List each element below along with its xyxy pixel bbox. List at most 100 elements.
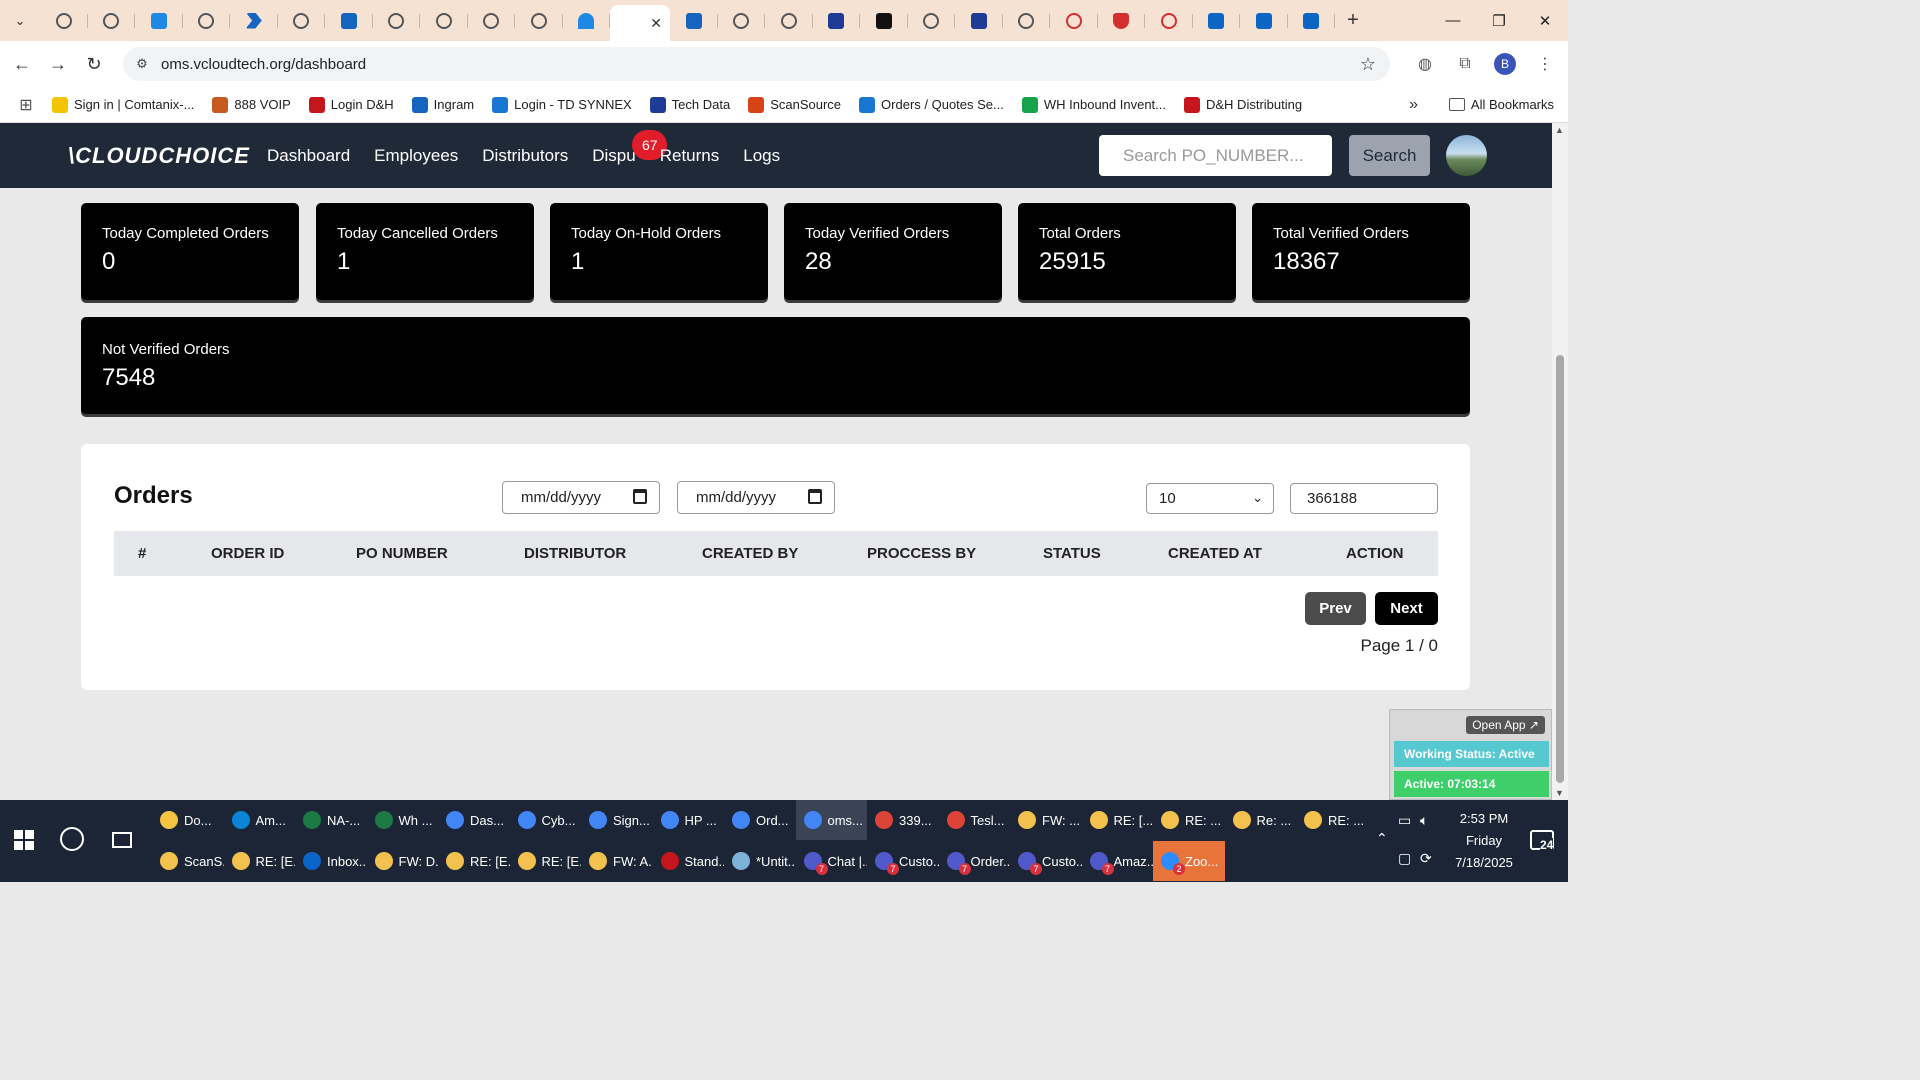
taskbar-app[interactable]: RE: ... <box>1153 800 1225 840</box>
bookmark-item[interactable]: Ingram <box>411 96 474 113</box>
bookmark-item[interactable]: Orders / Quotes Se... <box>859 96 1004 113</box>
taskbar-app[interactable]: Custo...7 <box>867 841 939 881</box>
calendar-icon[interactable] <box>808 489 822 504</box>
taskbar-app[interactable]: HP ... <box>653 800 725 840</box>
browser-tab[interactable] <box>1050 4 1098 38</box>
bookmark-item[interactable]: D&H Distributing <box>1184 96 1302 113</box>
extensions-icon[interactable]: ⧉ <box>1450 47 1480 81</box>
back-button[interactable]: ← <box>4 46 40 82</box>
bookmark-item[interactable]: WH Inbound Invent... <box>1021 96 1166 113</box>
taskbar-app[interactable]: FW: D... <box>367 841 438 881</box>
browser-tab[interactable] <box>1240 4 1288 38</box>
sync-icon[interactable]: ⟳ <box>1420 850 1432 867</box>
taskbar-app[interactable]: Tesl... <box>939 800 1011 840</box>
page-size-select[interactable]: 10 ⌄ <box>1146 483 1274 514</box>
close-window-button[interactable]: ✕ <box>1522 0 1568 41</box>
browser-tab[interactable] <box>860 4 908 38</box>
order-filter-input[interactable]: 366188 <box>1290 483 1438 514</box>
more-bookmarks-icon[interactable]: » <box>1409 96 1418 114</box>
scroll-down-icon[interactable]: ▼ <box>1555 788 1564 798</box>
taskbar-app[interactable]: Sign... <box>581 800 653 840</box>
browser-tab[interactable] <box>135 4 183 38</box>
po-search-input[interactable]: Search PO_NUMBER... <box>1099 135 1332 176</box>
open-app-button[interactable]: Open App ↗ <box>1466 716 1545 734</box>
volume-icon[interactable]: 🔈︎ <box>1420 812 1428 829</box>
search-button[interactable]: Search <box>1349 135 1430 176</box>
clock[interactable]: 2:53 PM Friday 7/18/2025 <box>1444 808 1524 874</box>
reload-button[interactable]: ↻ <box>76 46 112 82</box>
nav-employees[interactable]: Employees <box>374 146 458 166</box>
taskbar-app[interactable]: Custo...7 <box>1010 841 1082 881</box>
taskbar-app[interactable]: Inbox... <box>295 841 367 881</box>
menu-icon[interactable]: ⋮ <box>1530 47 1560 81</box>
taskbar-app[interactable]: Wh ... <box>367 800 439 840</box>
new-tab-button[interactable]: + <box>1339 7 1367 35</box>
calendar-icon[interactable] <box>633 489 647 504</box>
taskbar-app[interactable]: RE: ... <box>1296 800 1368 840</box>
bookmark-item[interactable]: Login - TD SYNNEX <box>492 96 632 113</box>
taskbar-app[interactable]: ScanS... <box>152 841 224 881</box>
taskbar-app[interactable]: Zoo... 2 <box>1153 841 1225 881</box>
bookmark-item[interactable]: ScanSource <box>748 96 841 113</box>
site-info-icon[interactable]: ⚙ <box>127 56 157 72</box>
taskbar-app[interactable]: RE: [E... <box>224 841 295 881</box>
taskbar-app[interactable]: Chat |...7 <box>796 841 867 881</box>
close-tab-icon[interactable]: ✕ <box>650 15 662 32</box>
taskbar-app[interactable]: oms... <box>795 800 867 840</box>
taskbar-app[interactable]: *Untit... <box>724 841 796 881</box>
browser-tab[interactable] <box>1098 4 1145 38</box>
tab-search-chevron-icon[interactable]: ⌄ <box>8 9 32 33</box>
taskbar-app[interactable]: Das... <box>438 800 510 840</box>
taskbar-app[interactable]: RE: [... <box>1082 800 1153 840</box>
browser-tab[interactable] <box>40 4 88 38</box>
taskbar-app[interactable]: Am... <box>224 800 296 840</box>
scrollbar-thumb[interactable] <box>1556 355 1564 783</box>
prev-button[interactable]: Prev <box>1305 592 1366 625</box>
logo[interactable]: \CLOUDCHOICE <box>68 143 250 169</box>
search-icon[interactable] <box>60 827 84 851</box>
date-to-input[interactable]: mm/dd/yyyy <box>677 481 835 514</box>
taskbar-app[interactable]: RE: [E... <box>510 841 581 881</box>
taskbar-app[interactable]: Re: ... <box>1225 800 1297 840</box>
browser-tab[interactable] <box>670 4 718 38</box>
nav-disputes[interactable]: Dispu 67 <box>592 129 668 166</box>
minimize-button[interactable]: — <box>1430 0 1476 41</box>
taskbar-app[interactable]: 339... <box>867 800 939 840</box>
browser-tab[interactable] <box>563 4 610 38</box>
browser-tab[interactable] <box>1193 4 1240 38</box>
browser-tab[interactable] <box>1145 4 1193 38</box>
browser-tab[interactable] <box>718 4 765 38</box>
taskbar-app[interactable]: Order... 7 <box>939 841 1010 881</box>
browser-tab[interactable] <box>1288 4 1335 38</box>
nav-dashboard[interactable]: Dashboard <box>267 146 350 166</box>
browser-tab[interactable] <box>468 4 515 38</box>
bookmark-star-icon[interactable]: ☆ <box>1360 54 1376 75</box>
date-from-input[interactable]: mm/dd/yyyy <box>502 481 660 514</box>
nav-distributors[interactable]: Distributors <box>482 146 568 166</box>
browser-tab[interactable] <box>420 4 468 38</box>
scroll-up-icon[interactable]: ▲ <box>1555 125 1564 135</box>
windows-start-icon[interactable] <box>14 830 34 850</box>
taskbar-app[interactable]: Amaz...7 <box>1082 841 1153 881</box>
page-scrollbar[interactable]: ▲ ▼ <box>1552 123 1568 800</box>
bookmark-item[interactable]: Login D&H <box>308 96 394 113</box>
restore-button[interactable]: ❐ <box>1476 0 1522 41</box>
browser-tab[interactable] <box>230 4 278 38</box>
taskbar-app[interactable]: RE: [E... <box>438 841 510 881</box>
browser-tab[interactable] <box>183 4 230 38</box>
browser-tab[interactable] <box>278 4 325 38</box>
nav-returns[interactable]: Returns <box>660 146 720 166</box>
taskbar-app[interactable]: Ord... <box>724 800 796 840</box>
taskbar-app[interactable]: FW: ... <box>1010 800 1082 840</box>
task-view-icon[interactable] <box>112 832 132 848</box>
profile-button[interactable]: B <box>1490 47 1520 81</box>
taskbar-app[interactable]: Cyb... <box>510 800 582 840</box>
taskbar-app[interactable]: Stand... <box>653 841 724 881</box>
forward-button[interactable]: → <box>40 46 76 82</box>
battery-icon[interactable]: ▭ <box>1398 812 1411 829</box>
browser-tab[interactable] <box>88 4 135 38</box>
bookmark-item[interactable]: Sign in | Comtanix-... <box>52 96 194 113</box>
browser-tab[interactable] <box>908 4 955 38</box>
show-hidden-icons[interactable]: ⌃ <box>1376 830 1388 847</box>
user-avatar[interactable] <box>1446 135 1487 176</box>
